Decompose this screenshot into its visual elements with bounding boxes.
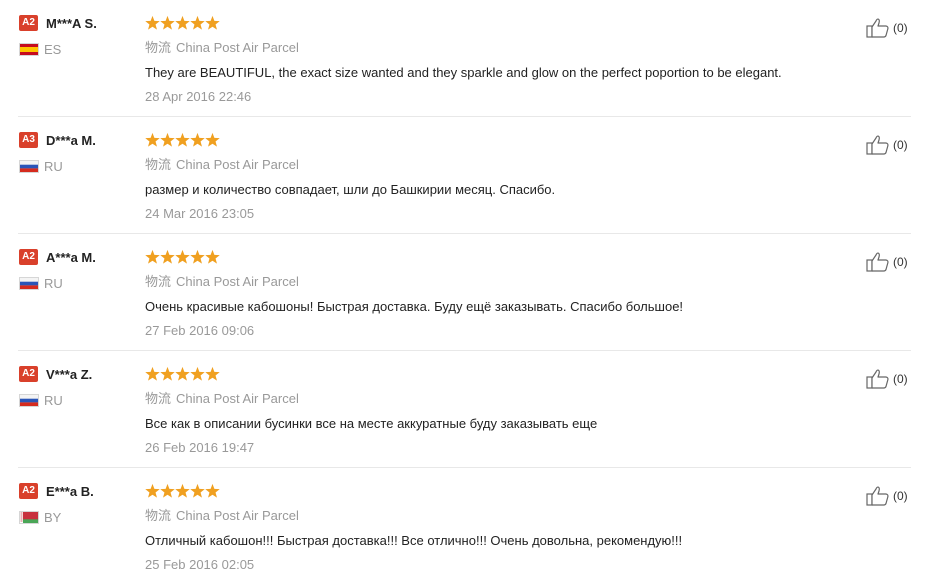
logistics-info: 物流 China Post Air Parcel	[145, 507, 299, 526]
buyer-name: D***a M.	[46, 133, 96, 148]
star-icon	[145, 15, 160, 30]
review-date: 25 Feb 2016 02:05	[145, 557, 255, 572]
star-rating	[145, 366, 221, 383]
buyer-country: BY	[44, 510, 62, 525]
logistics-info: 物流 China Post Air Parcel	[145, 390, 299, 409]
spain-flag-icon	[19, 43, 39, 56]
logistics-info: 物流 China Post Air Parcel	[145, 156, 299, 175]
star-icon	[190, 483, 205, 498]
star-icon	[190, 366, 205, 381]
star-rating	[145, 15, 221, 32]
buyer-level-badge: A2	[19, 366, 38, 382]
star-rating	[145, 483, 221, 500]
star-icon	[190, 132, 205, 147]
review-item: A2 V***a Z. RU 物流 China Post Air Parcel В…	[0, 351, 935, 468]
star-icon	[175, 15, 190, 30]
star-icon	[175, 249, 190, 264]
buyer-level-badge: A2	[19, 483, 38, 499]
buyer-name: A***a M.	[46, 250, 96, 265]
star-icon	[175, 366, 190, 381]
logistics-info: 物流 China Post Air Parcel	[145, 273, 299, 292]
star-icon	[205, 366, 220, 381]
review-text: Очень красивые кабошоны! Быстрая доставк…	[145, 299, 684, 314]
logistics-method: China Post Air Parcel	[176, 274, 299, 289]
review-item: A2 A***a M. RU 物流 China Post Air Parcel О…	[0, 234, 935, 351]
buyer-country: RU	[44, 393, 63, 408]
star-icon	[145, 249, 160, 264]
thumbs-up-icon[interactable]	[866, 134, 890, 156]
buyer-name: V***a Z.	[46, 367, 93, 382]
buyer-level-badge: A3	[19, 132, 38, 148]
buyer-country: ES	[44, 42, 62, 57]
belarus-flag-icon	[19, 511, 39, 524]
star-icon	[160, 366, 175, 381]
star-icon	[175, 132, 190, 147]
russia-flag-icon	[19, 394, 39, 407]
logistics-info: 物流 China Post Air Parcel	[145, 39, 299, 58]
review-text: Отличный кабошон!!! Быстрая доставка!!! …	[145, 533, 683, 548]
review-date: 27 Feb 2016 09:06	[145, 323, 255, 338]
russia-flag-icon	[19, 160, 39, 173]
thumbs-up-icon[interactable]	[866, 17, 890, 39]
logistics-label: 物流	[145, 509, 172, 524]
star-icon	[160, 483, 175, 498]
helpful-count: (0)	[893, 21, 908, 35]
review-item: A3 D***a M. RU 物流 China Post Air Parcel р…	[0, 117, 935, 234]
logistics-method: China Post Air Parcel	[176, 40, 299, 55]
star-icon	[145, 132, 160, 147]
star-icon	[160, 249, 175, 264]
helpful-count: (0)	[893, 489, 908, 503]
star-icon	[175, 483, 190, 498]
helpful-count: (0)	[893, 372, 908, 386]
review-item: A2 E***a B. BY 物流 China Post Air Parcel О…	[0, 468, 935, 585]
logistics-method: China Post Air Parcel	[176, 391, 299, 406]
star-icon	[205, 483, 220, 498]
buyer-level-badge: A2	[19, 249, 38, 265]
review-date: 24 Mar 2016 23:05	[145, 206, 255, 221]
logistics-method: China Post Air Parcel	[176, 157, 299, 172]
star-icon	[145, 366, 160, 381]
review-date: 28 Apr 2016 22:46	[145, 89, 252, 104]
review-item: A2 M***A S. ES 物流 China Post Air Parcel T…	[0, 0, 935, 117]
buyer-name: E***a B.	[46, 484, 94, 499]
review-date: 26 Feb 2016 19:47	[145, 440, 255, 455]
buyer-country: RU	[44, 159, 63, 174]
buyer-name: M***A S.	[46, 16, 97, 31]
russia-flag-icon	[19, 277, 39, 290]
star-icon	[145, 483, 160, 498]
logistics-label: 物流	[145, 41, 172, 56]
star-icon	[190, 249, 205, 264]
thumbs-up-icon[interactable]	[866, 485, 890, 507]
star-icon	[205, 249, 220, 264]
thumbs-up-icon[interactable]	[866, 251, 890, 273]
star-icon	[190, 15, 205, 30]
logistics-label: 物流	[145, 275, 172, 290]
star-icon	[160, 132, 175, 147]
logistics-label: 物流	[145, 158, 172, 173]
buyer-level-badge: A2	[19, 15, 38, 31]
star-rating	[145, 132, 221, 149]
helpful-count: (0)	[893, 255, 908, 269]
star-icon	[205, 15, 220, 30]
star-rating	[145, 249, 221, 266]
thumbs-up-icon[interactable]	[866, 368, 890, 390]
review-list: A2 M***A S. ES 物流 China Post Air Parcel T…	[0, 0, 935, 586]
star-icon	[160, 15, 175, 30]
buyer-country: RU	[44, 276, 63, 291]
review-text: размер и количество совпадает, шли до Ба…	[145, 182, 556, 197]
review-text: Все как в описании бусинки все на месте …	[145, 416, 598, 431]
helpful-count: (0)	[893, 138, 908, 152]
logistics-label: 物流	[145, 392, 172, 407]
logistics-method: China Post Air Parcel	[176, 508, 299, 523]
star-icon	[205, 132, 220, 147]
review-text: They are BEAUTIFUL, the exact size wante…	[145, 65, 782, 80]
